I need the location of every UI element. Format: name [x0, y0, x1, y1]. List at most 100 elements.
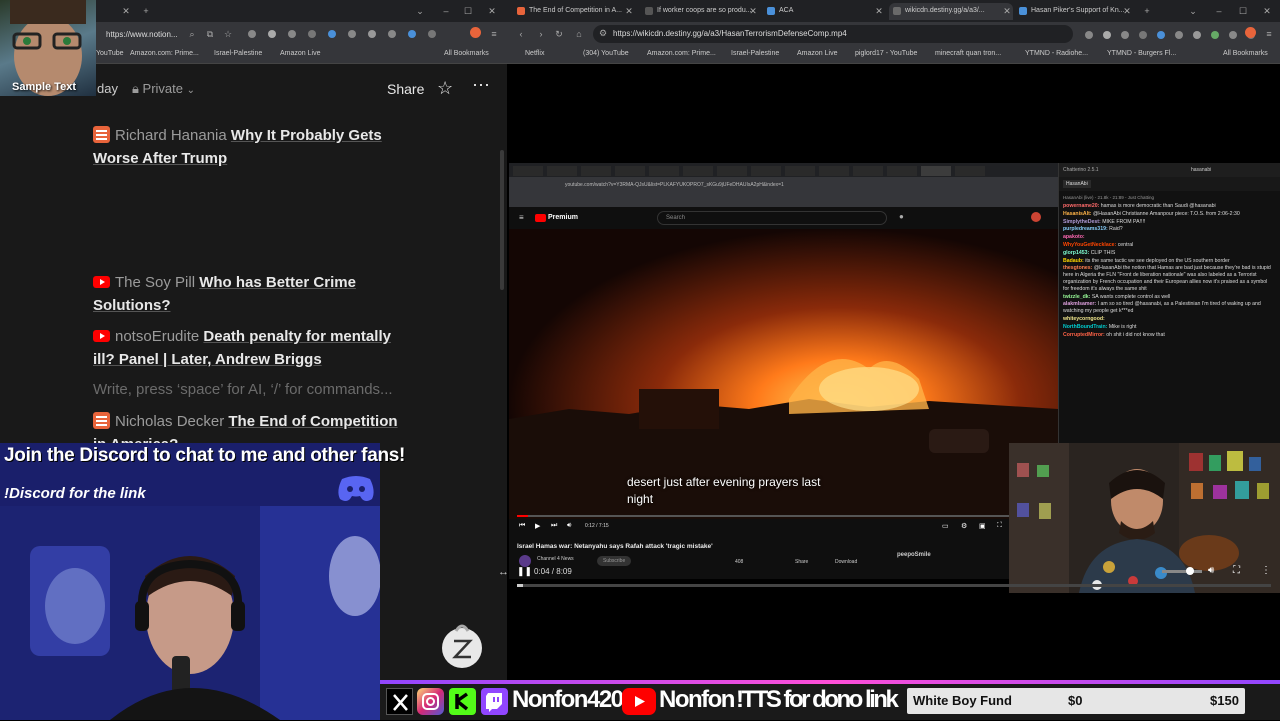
new-tab-icon[interactable]: + [1141, 5, 1153, 17]
item-title-cont[interactable]: ill? Panel | Later, Andrew Briggs [93, 351, 322, 368]
close-tab-icon[interactable]: ✕ [623, 5, 635, 17]
close-tab-icon[interactable]: ✕ [1001, 5, 1013, 17]
bookmark-amazon-live[interactable]: Amazon Live [797, 50, 837, 57]
bookmark-amazon-live[interactable]: Amazon Live [280, 50, 320, 57]
all-bookmarks[interactable]: All Bookmarks [1223, 50, 1268, 57]
all-bookmarks[interactable]: All Bookmarks [444, 50, 489, 57]
right-url-text[interactable]: https://wikicdn.destiny.gg/a/a3/HasanTer… [613, 29, 847, 38]
twitch-icon [481, 688, 508, 715]
tab-search-icon[interactable]: ⌄ [414, 5, 426, 17]
streamer-webcam-feed [0, 506, 380, 720]
bookmark-amazon-prime[interactable]: Amazon.com: Prime... [130, 50, 199, 57]
bookmark-ytmnd-radiohead[interactable]: YTMND - Radiohe... [1025, 50, 1088, 57]
bookmark-minecraft[interactable]: minecraft quan tron... [935, 50, 1001, 57]
chat-username: WhyYouGetNecklace: [1063, 241, 1118, 248]
tab-hasan-piker[interactable]: Hasan Piker's Support of Kn... [1015, 3, 1133, 20]
bookmark-youtube[interactable]: YouTube [96, 50, 124, 57]
item-title[interactable]: Why It Probably Gets [231, 127, 382, 144]
bookmark-icon[interactable]: ☆ [222, 28, 234, 40]
private-indicator[interactable]: 🔒︎ Private ⌄ [132, 81, 195, 97]
maximize-icon[interactable]: ☐ [462, 5, 474, 17]
bookmark-israel-palestine[interactable]: Israel-Palestine [214, 50, 262, 57]
tab-aca[interactable]: ACA [763, 3, 881, 20]
close-tab-icon[interactable]: ✕ [1121, 5, 1133, 17]
inner-settings-icon: ⚙ [961, 523, 968, 530]
site-icon [1019, 7, 1027, 15]
kick-icon [449, 688, 476, 715]
item-title-cont[interactable]: Solutions? [93, 297, 171, 314]
menu-icon[interactable]: ≡ [488, 28, 500, 40]
maximize-icon[interactable]: ☐ [1237, 5, 1249, 17]
youtube-logo-icon [535, 214, 546, 222]
close-tab-icon[interactable]: ✕ [873, 5, 885, 17]
item-title[interactable]: The End of Competition [228, 413, 397, 430]
profile-avatar[interactable] [1245, 27, 1256, 38]
tab-label: Hasan Piker's Support of Kn... [1031, 7, 1125, 14]
fullscreen-icon[interactable]: ⛶ [1233, 565, 1240, 576]
block-placeholder[interactable]: Write, press ‘space’ for AI, ‘/’ for com… [93, 381, 393, 398]
menu-icon[interactable]: ≡ [1263, 28, 1275, 40]
lock-icon: 🔒︎ [132, 81, 139, 96]
list-item[interactable]: notsoErudite Death penalty for mentally … [93, 325, 413, 371]
bookmark-amazon-prime[interactable]: Amazon.com: Prime... [647, 50, 716, 57]
chat-username: CorruptedMirror: [1063, 331, 1107, 338]
extension-icons[interactable] [246, 28, 446, 40]
notion-scrollbar[interactable] [500, 150, 504, 290]
youtube-icon [93, 276, 110, 288]
tab-end-of-competition[interactable]: The End of Competition in A... [513, 3, 637, 20]
url-field[interactable]: ⚙ https://wikicdn.destiny.gg/a/a3/HasanT… [593, 25, 1073, 43]
item-title[interactable]: Who has Better Crime [199, 274, 356, 291]
share-button[interactable]: Share [387, 81, 424, 97]
tab-search-icon[interactable]: ⌄ [1187, 5, 1199, 17]
chat-username: whiteycorngood: [1063, 315, 1105, 322]
volume-slider[interactable] [1162, 567, 1202, 575]
profile-avatar[interactable] [470, 27, 481, 38]
left-url-text[interactable]: https://www.notion... [106, 30, 178, 39]
site-info-icon[interactable]: ⚙ [599, 28, 607, 39]
outer-progress-track[interactable] [517, 584, 1271, 587]
tab-wikicdn-active[interactable]: wikicdn.destiny.gg/a/a3/... [889, 3, 1013, 20]
minimize-icon[interactable]: – [1213, 5, 1225, 17]
reload-icon[interactable]: ↻ [553, 28, 565, 40]
item-title-cont[interactable]: Worse After Trump [93, 150, 227, 167]
chat-username: purpledreams319: [1063, 226, 1110, 233]
forward-icon[interactable]: › [535, 28, 547, 40]
close-tab-icon[interactable]: ✕ [120, 5, 132, 17]
more-options-icon[interactable]: ⋯ [472, 75, 490, 96]
x-twitter-icon [386, 688, 413, 715]
chat-username: alakmlsamer: [1063, 301, 1098, 308]
chat-message: HasanisAlt: @HasanAbi Christianne Amanpo… [1059, 211, 1277, 219]
open-in-app-icon[interactable]: ⧉ [204, 28, 216, 40]
chat-username: SimplytheDest: [1063, 218, 1103, 225]
item-title[interactable]: Death penalty for mentally [203, 328, 391, 345]
chat-text: central [1117, 241, 1134, 248]
close-tab-icon[interactable]: ✕ [747, 5, 759, 17]
home-icon[interactable]: ⌂ [573, 28, 585, 40]
pause-icon[interactable]: ❚❚ [517, 566, 532, 577]
list-item[interactable]: Richard Hanania Why It Probably Gets Wor… [93, 124, 413, 170]
bookmark-netflix[interactable]: Netflix [525, 50, 544, 57]
volume-slider-handle[interactable] [1186, 567, 1194, 575]
breadcrumb[interactable]: day [97, 81, 118, 96]
chat-message: NorthBoundTrain: Mike is right [1059, 324, 1277, 332]
donation-goal-label: White Boy Fund [913, 693, 1012, 708]
star-icon[interactable]: ☆ [437, 78, 453, 99]
more-options-icon[interactable]: ⋮ [1261, 565, 1271, 576]
close-window-icon[interactable]: ✕ [486, 5, 498, 17]
bookmark-ytmnd-burgers[interactable]: YTMND - Burgers Fl... [1107, 50, 1176, 57]
back-icon[interactable]: ‹ [515, 28, 527, 40]
extension-icons[interactable] [1083, 29, 1263, 41]
close-window-icon[interactable]: ✕ [1261, 5, 1273, 17]
list-item[interactable]: The Soy Pill Who has Better Crime Soluti… [93, 271, 413, 317]
tab-worker-coops[interactable]: If worker coops are so produ... [641, 3, 759, 20]
tab-label: If worker coops are so produ... [657, 7, 752, 14]
volume-icon[interactable]: 🔊︎ [1208, 565, 1214, 576]
bookmark-youtube[interactable]: (304) YouTube [583, 50, 629, 57]
inner-play-icon: ▶ [535, 523, 541, 530]
search-icon[interactable]: ⌕ [186, 28, 198, 40]
new-tab-icon[interactable]: + [140, 5, 152, 17]
bookmark-israel-palestine[interactable]: Israel-Palestine [731, 50, 779, 57]
bookmark-piglord[interactable]: piglord17 - YouTube [855, 50, 917, 57]
minimize-icon[interactable]: – [440, 5, 452, 17]
chat-message: whiteycorngood: [1059, 316, 1277, 324]
